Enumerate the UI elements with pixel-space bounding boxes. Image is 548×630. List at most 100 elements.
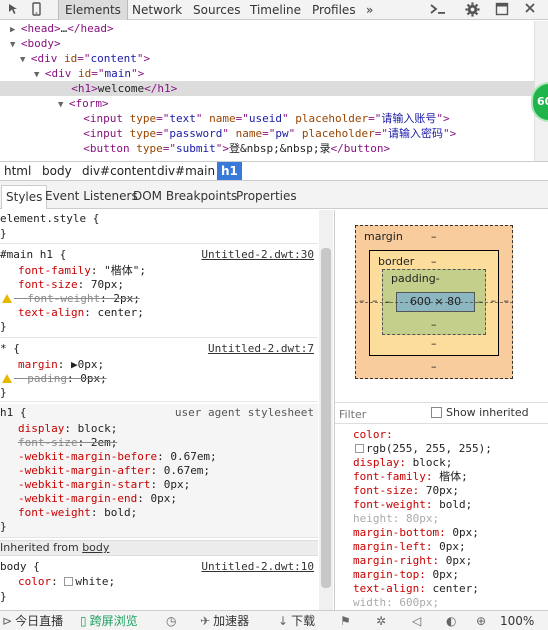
breadcrumb-div-main[interactable]: div#main <box>153 162 219 180</box>
tab-elements[interactable]: Elements <box>58 0 128 20</box>
computed-property[interactable]: height: 80px; <box>353 512 439 526</box>
tab-profiles[interactable]: Profiles <box>306 0 362 20</box>
margin-right-value[interactable]: – <box>504 294 510 307</box>
breadcrumb-body[interactable]: body <box>38 162 76 180</box>
rule-source-link[interactable]: Untitled-2.dwt:7 <box>208 342 314 355</box>
computed-property[interactable]: margin-top: 0px; <box>353 568 459 582</box>
border-label: border <box>378 255 415 268</box>
collapse-triangle-icon[interactable]: ▼ <box>34 70 45 80</box>
live-button[interactable]: ⊳ 今日直播 <box>2 611 63 630</box>
zoom-icon[interactable]: ⊕ <box>476 611 489 630</box>
css-declaration[interactable]: -webkit-margin-after: 0.67em; <box>18 464 210 478</box>
inspect-icon[interactable] <box>6 2 22 18</box>
rule-selector[interactable]: #main h1 { <box>0 248 66 262</box>
speaker-icon[interactable]: ◁ <box>412 611 424 630</box>
color-swatch[interactable] <box>64 577 74 586</box>
fullscreen-label: 跨屏浏览 <box>89 614 138 628</box>
computed-property[interactable]: margin-left: 0px; <box>353 540 466 554</box>
show-inherited-checkbox[interactable] <box>431 407 442 418</box>
css-declaration[interactable]: font-size: 70px; <box>18 278 124 292</box>
rocket-icon: ✈ <box>200 614 211 628</box>
rule-source-link[interactable]: Untitled-2.dwt:30 <box>201 248 314 261</box>
fullscreen-browse-button[interactable]: ▯ 跨屏浏览 <box>80 611 138 630</box>
collapse-triangle-icon[interactable]: ▼ <box>10 40 21 50</box>
rule-selector: h1 { <box>0 406 27 419</box>
expand-triangle-icon[interactable]: ▶ <box>10 25 21 35</box>
element-style-rule: element.style { } <box>0 210 318 244</box>
css-declaration[interactable]: color: white; <box>18 575 115 589</box>
collapse-triangle-icon[interactable]: ▼ <box>20 55 31 65</box>
css-declaration[interactable]: pading: 0px; <box>2 372 107 386</box>
border-bottom-value[interactable]: – <box>431 337 437 350</box>
computed-pane: margin – – – – border – – – – padding- –… <box>334 210 548 610</box>
rule-source-link[interactable]: Untitled-2.dwt:10 <box>201 560 314 573</box>
padding-bottom-value[interactable]: – <box>431 318 437 331</box>
scrollbar-thumb[interactable] <box>321 248 331 588</box>
border-left-value[interactable]: – <box>372 294 378 307</box>
tab-timeline[interactable]: Timeline <box>244 0 307 20</box>
collapse-triangle-icon[interactable]: ▼ <box>58 100 69 110</box>
computed-property[interactable]: margin-bottom: 0px; <box>353 526 479 540</box>
computed-property[interactable]: rgb(255, 255, 255); <box>355 442 492 456</box>
tab-properties[interactable]: Properties <box>232 185 301 209</box>
tab-network[interactable]: Network <box>126 0 188 20</box>
sound-icon[interactable]: ◐ <box>446 611 459 630</box>
rule-selector[interactable]: body { <box>0 560 40 574</box>
accelerator-button[interactable]: ✈ 加速器 <box>200 611 249 630</box>
border-right-value[interactable]: – <box>491 294 497 307</box>
css-declaration[interactable]: -webkit-margin-end: 0px; <box>18 492 177 506</box>
computed-property[interactable]: color: <box>353 428 393 442</box>
tab-sources[interactable]: Sources <box>187 0 246 20</box>
download-icon: ↓ <box>278 614 289 628</box>
computed-property[interactable]: font-size: 70px; <box>353 484 459 498</box>
share-icon[interactable]: ⚑ <box>340 611 354 630</box>
download-label: 下载 <box>291 614 316 628</box>
inherited-label: Inherited from <box>0 541 83 554</box>
more-tabs-button[interactable]: » <box>360 0 379 20</box>
show-inherited-label[interactable]: Show inherited <box>446 406 529 419</box>
inherited-body-link[interactable]: body <box>82 541 109 554</box>
computed-property[interactable]: text-align: center; <box>353 582 479 596</box>
css-declaration[interactable]: display: block; <box>18 422 117 436</box>
color-swatch[interactable] <box>355 444 364 453</box>
selected-dom-node[interactable]: <h1>welcome</h1> <box>0 81 548 96</box>
zoom-level[interactable]: 100% <box>500 611 534 630</box>
computed-property[interactable]: display: block; <box>353 456 452 470</box>
css-declaration[interactable]: margin: ▶0px; <box>18 358 104 372</box>
computed-property[interactable]: font-family: 楷体; <box>353 470 468 484</box>
download-button[interactable]: ↓ 下载 <box>278 611 315 630</box>
close-icon[interactable] <box>522 2 538 18</box>
css-declaration[interactable]: font-weight: bold; <box>18 506 137 520</box>
tab-dom-breakpoints[interactable]: DOM Breakpoints <box>129 185 241 209</box>
breadcrumb-html[interactable]: html <box>0 162 35 180</box>
css-declaration[interactable]: -webkit-margin-start: 0px; <box>18 478 190 492</box>
warning-icon <box>2 294 12 303</box>
computed-property[interactable]: margin-right: 0px; <box>353 554 472 568</box>
console-icon[interactable] <box>428 2 448 18</box>
clock-icon[interactable]: ◷ <box>166 611 179 630</box>
device-icon[interactable] <box>28 2 44 18</box>
gear-icon[interactable]: ✲ <box>376 611 389 630</box>
breadcrumb-h1[interactable]: h1 <box>217 162 242 180</box>
devtools-toolbar: Elements Network Sources Timeline Profil… <box>0 0 548 20</box>
body-rule: body { Untitled-2.dwt:10 color: white; } <box>0 558 318 610</box>
styles-scrollbar[interactable] <box>319 210 333 610</box>
rule-selector[interactable]: * { <box>0 342 20 356</box>
border-top-value[interactable]: – <box>431 255 437 268</box>
tab-event-listeners[interactable]: Event Listeners <box>41 185 142 209</box>
settings-icon[interactable] <box>464 2 480 18</box>
css-declaration[interactable]: font-size: 2em; <box>18 436 117 450</box>
computed-property[interactable]: font-weight: bold; <box>353 498 472 512</box>
margin-bottom-value[interactable]: – <box>431 360 437 373</box>
css-declaration[interactable]: font-family: "楷体"; <box>18 264 146 278</box>
breadcrumb-div-content[interactable]: div#content <box>78 162 160 180</box>
margin-left-value[interactable]: – <box>359 294 365 307</box>
rule-selector[interactable]: element.style { <box>0 212 99 226</box>
css-declaration[interactable]: -webkit-margin-before: 0.67em; <box>18 450 217 464</box>
css-declaration[interactable]: font-weight: 2px; <box>2 292 140 306</box>
margin-top-value[interactable]: – <box>431 230 437 243</box>
dock-icon[interactable] <box>494 2 510 18</box>
filter-input[interactable] <box>339 406 425 422</box>
css-declaration[interactable]: text-align: center; <box>18 306 144 320</box>
computed-property[interactable]: width: 600px; <box>353 596 439 610</box>
